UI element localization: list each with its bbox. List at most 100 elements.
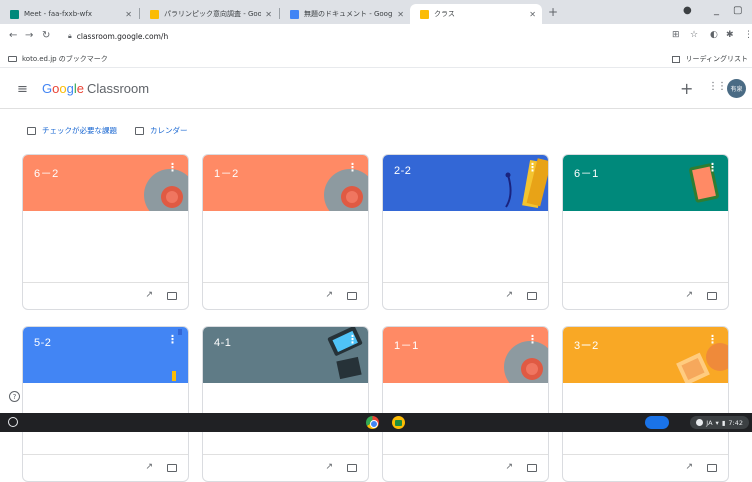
course-footer: ↗ (563, 454, 728, 481)
course-card[interactable]: 5-2 ⋮ ↗ (22, 326, 189, 482)
course-card[interactable]: 1－1 ⋮ ↗ (382, 326, 549, 482)
folder-icon[interactable] (347, 464, 357, 472)
folder-icon[interactable] (347, 292, 357, 300)
address-bar[interactable]: 🔒︎ classroom.google.com/h (68, 29, 168, 44)
classroom-app-icon[interactable] (392, 416, 405, 429)
menu-icon[interactable]: ⋮ (744, 30, 752, 40)
bookmark-star-icon[interactable]: ☆ (690, 30, 698, 40)
course-name[interactable]: 1－1 (394, 337, 419, 353)
tab-title: クラス (434, 10, 455, 18)
course-footer: ↗ (23, 282, 188, 309)
trending-icon[interactable]: ↗ (145, 462, 153, 472)
trending-icon[interactable]: ↗ (685, 290, 693, 300)
calendar-link[interactable]: カレンダー (150, 125, 188, 136)
chromeos-shelf: JA ▾ ▮ 7:42 (0, 413, 752, 432)
profile-indicator-icon[interactable]: ● (683, 5, 692, 16)
course-name[interactable]: 3ー2 (574, 337, 599, 353)
course-name[interactable]: 6－1 (574, 165, 599, 181)
close-icon[interactable]: ✕ (125, 10, 132, 19)
folder-icon[interactable] (167, 292, 177, 300)
course-name[interactable]: 2-2 (394, 165, 411, 177)
maximize-icon[interactable]: ▢ (733, 5, 742, 16)
course-options-icon[interactable]: ⋮ (707, 333, 718, 346)
chrome-app-icon[interactable] (366, 416, 379, 429)
course-card[interactable]: 6－1 ⋮ ↗ (562, 154, 729, 310)
folder-icon[interactable] (707, 464, 717, 472)
back-icon[interactable]: ← (9, 30, 17, 41)
docs-icon (290, 9, 299, 19)
folder-icon[interactable] (707, 292, 717, 300)
course-body (23, 211, 188, 282)
folder-icon[interactable] (527, 464, 537, 472)
trending-icon[interactable]: ↗ (505, 290, 513, 300)
trending-icon[interactable]: ↗ (325, 462, 333, 472)
course-illustration (324, 169, 368, 211)
folder-icon[interactable] (167, 464, 177, 472)
browser-tab-meet[interactable]: Meet - faa-fxxb-wfx ✕ (0, 4, 138, 24)
course-banner[interactable]: 4-1 ⋮ (203, 327, 368, 383)
course-options-icon[interactable]: ⋮ (527, 161, 538, 174)
trending-icon[interactable]: ↗ (685, 462, 693, 472)
course-card[interactable]: 4-1 ⋮ ↗ (202, 326, 369, 482)
classroom-header: ≡ Google Classroom + ⋮⋮⋮ 有泉 (0, 69, 752, 109)
close-icon[interactable]: ✕ (265, 10, 272, 19)
course-name[interactable]: 6－2 (34, 165, 59, 181)
course-banner[interactable]: 5-2 ⋮ (23, 327, 188, 383)
course-card[interactable]: 3ー2 ⋮ ↗ (562, 326, 729, 482)
course-card[interactable]: 2-2 ⋮ ↗ (382, 154, 549, 310)
folder-icon[interactable] (527, 292, 537, 300)
launcher-icon[interactable] (8, 417, 18, 427)
course-options-icon[interactable]: ⋮ (347, 161, 358, 174)
new-tab-button[interactable]: + (548, 5, 558, 19)
ime-label: JA (706, 418, 713, 427)
course-banner[interactable]: 1－2 ⋮ (203, 155, 368, 211)
course-name[interactable]: 4-1 (214, 337, 231, 349)
course-banner[interactable]: 6－1 ⋮ (563, 155, 728, 211)
trending-icon[interactable]: ↗ (325, 290, 333, 300)
course-footer: ↗ (203, 454, 368, 481)
todo-icon (27, 126, 36, 135)
course-banner[interactable]: 6－2 ⋮ (23, 155, 188, 211)
course-options-icon[interactable]: ⋮ (707, 161, 718, 174)
forward-icon[interactable]: → (25, 30, 33, 41)
course-footer: ↗ (23, 454, 188, 481)
course-body (203, 211, 368, 282)
notification-icon (696, 419, 704, 426)
close-icon[interactable]: ✕ (529, 10, 536, 19)
trending-icon[interactable]: ↗ (145, 290, 153, 300)
course-banner[interactable]: 1－1 ⋮ (383, 327, 548, 383)
close-icon[interactable]: ✕ (397, 10, 404, 19)
course-name[interactable]: 1－2 (214, 165, 239, 181)
course-illustration (504, 341, 548, 383)
phone-hub-icon[interactable] (645, 416, 669, 429)
course-banner[interactable]: 3ー2 ⋮ (563, 327, 728, 383)
trending-icon[interactable]: ↗ (505, 462, 513, 472)
course-name[interactable]: 5-2 (34, 337, 51, 349)
browser-tab-forms[interactable]: パラリンピック意向調査 - Goo ✕ (140, 4, 278, 24)
classroom-logo[interactable]: Google Classroom (42, 81, 149, 96)
reading-list-button[interactable]: リーディングリスト (672, 54, 748, 64)
avatar[interactable]: 有泉 (727, 79, 746, 98)
course-options-icon[interactable]: ⋮ (527, 333, 538, 346)
help-icon[interactable]: ? (9, 391, 20, 402)
main-menu-icon[interactable]: ≡ (17, 82, 28, 97)
browser-tab-classroom[interactable]: クラス ✕ (410, 4, 542, 24)
extension-icon[interactable]: ◐ (710, 30, 718, 40)
course-options-icon[interactable]: ⋮ (167, 161, 178, 174)
translate-icon[interactable]: ⊞ (672, 30, 680, 40)
puzzle-icon[interactable]: ✱ (726, 30, 734, 40)
browser-tab-docs[interactable]: 無題のドキュメント - Google ✕ (280, 4, 410, 24)
course-options-icon[interactable]: ⋮ (347, 333, 358, 346)
course-options-icon[interactable]: ⋮ (167, 333, 178, 346)
course-illustration (144, 169, 188, 211)
course-card[interactable]: 6－2 ⋮ ↗ (22, 154, 189, 310)
course-card[interactable]: 1－2 ⋮ ↗ (202, 154, 369, 310)
reload-icon[interactable]: ↻ (42, 30, 50, 41)
create-join-class-button[interactable]: + (680, 79, 693, 98)
course-banner[interactable]: 2-2 ⋮ (383, 155, 548, 211)
bookmark-folder[interactable]: koto.ed.jp のブックマーク (8, 54, 108, 64)
minimize-icon[interactable]: _ (714, 5, 719, 16)
todo-link[interactable]: チェックが必要な課題 (42, 125, 117, 136)
status-tray[interactable]: JA ▾ ▮ 7:42 (690, 416, 749, 429)
course-footer: ↗ (563, 282, 728, 309)
